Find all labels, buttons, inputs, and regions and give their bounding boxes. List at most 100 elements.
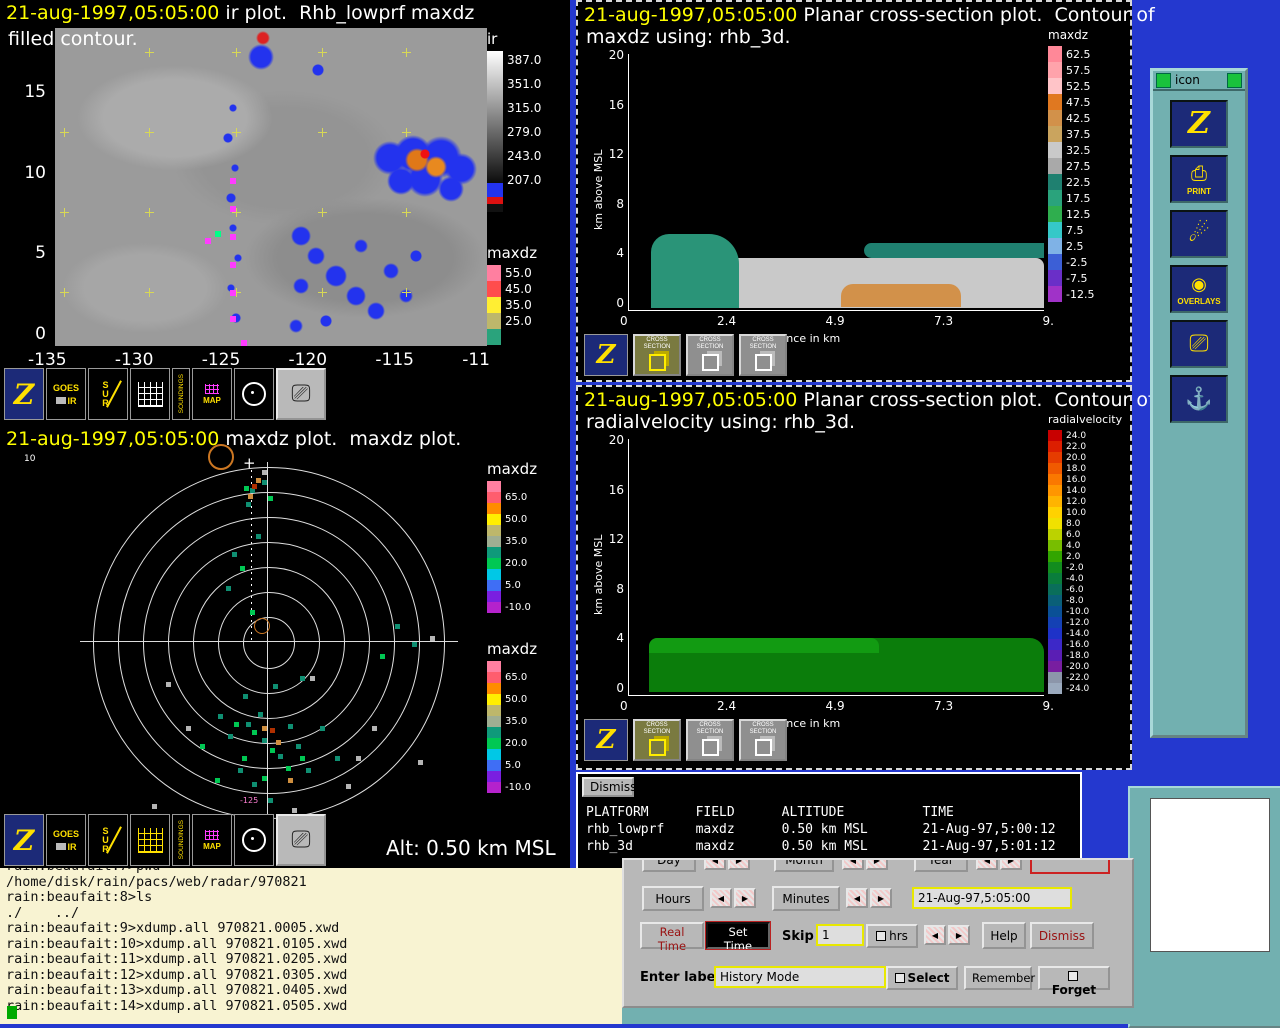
range-rings-button[interactable] (234, 814, 274, 866)
radar-scan-button[interactable]: ☄ (1170, 210, 1228, 258)
colorbar-segment (487, 661, 501, 672)
skip-back-button[interactable]: ◀ (924, 925, 946, 945)
forget-menu-icon (1068, 971, 1078, 981)
x-axis-ticks: 02.44.97.39. (620, 314, 1054, 328)
window-menu-button[interactable] (1156, 73, 1171, 88)
hours-forward-button[interactable]: ▶ (734, 888, 756, 908)
time-field[interactable]: 21-Aug-97,5:05:00 (912, 887, 1072, 909)
soundings-button[interactable]: SOUNDINGS (172, 368, 190, 420)
set-time-button[interactable]: Set Time (706, 922, 770, 949)
day-back-button[interactable]: ◀ (704, 858, 726, 870)
hours-back-button[interactable]: ◀ (710, 888, 732, 908)
grid-button[interactable] (130, 814, 170, 866)
cross-section-plot-velocity[interactable] (628, 439, 1044, 696)
radar-platform-button[interactable]: ⎚ (276, 368, 326, 420)
terminal-window[interactable]: rain:beaufait:7>pwd/home/disk/rain/pacs/… (0, 868, 622, 1024)
month-back-button[interactable]: ◀ (842, 858, 864, 870)
cross-section-button-1[interactable]: CROSS SECTION (633, 334, 681, 376)
skip-forward-button[interactable]: ▶ (948, 925, 970, 945)
colorbar-segment (487, 591, 501, 602)
cross-section-plot-maxdz[interactable] (628, 54, 1044, 311)
cross-section-button-2[interactable]: CROSS SECTION (686, 334, 734, 376)
select-button[interactable]: Select (886, 966, 958, 990)
ppi-panel-toolbar: Z GOES IR SUR SOUNDINGS MAP ⎚ (4, 814, 326, 866)
colorbar-segment (487, 749, 501, 760)
cross-section-baseline (251, 470, 252, 640)
zebra-menu-button[interactable]: Z (4, 814, 44, 866)
y-tick-label: 5 (35, 243, 46, 263)
colorbar-label: -10.0 (505, 602, 531, 613)
hrs-unit-button[interactable]: hrs (866, 924, 918, 948)
colorbar-label: 32.5 (1066, 142, 1094, 158)
hours-button[interactable]: Hours (642, 886, 704, 911)
ir-colorbar: ir 387.0351.0315.0279.0243.0207.0 (487, 30, 541, 212)
month-forward-button[interactable]: ▶ (866, 858, 888, 870)
year-back-button[interactable]: ◀ (976, 858, 998, 870)
cross-section-button-3[interactable]: CROSS SECTION (739, 719, 787, 761)
terminal-output: rain:beaufait:7>pwd/home/disk/rain/pacs/… (0, 868, 622, 1014)
radar-platform-button[interactable]: ⎚ (276, 814, 326, 866)
colorbar-label: 65.0 (505, 492, 531, 503)
zebra-menu-button[interactable]: Z (4, 368, 44, 420)
satellite-image[interactable] (55, 28, 487, 346)
goes-ir-button[interactable]: GOES IR (46, 814, 86, 866)
day-button[interactable]: Day (642, 858, 696, 872)
minutes-button[interactable]: Minutes (772, 886, 840, 911)
x-tick-label: -135 (28, 350, 67, 370)
zebra-menu-button[interactable]: Z (584, 719, 628, 761)
colorbar-label: -10.0 (505, 782, 531, 793)
soundings-button[interactable]: SOUNDINGS (172, 814, 190, 866)
colorbar-segment (1048, 286, 1062, 302)
ir-x-axis-ticks: -135-130-125-120-115-11 (28, 350, 490, 370)
surface-data-button[interactable]: SUR (88, 814, 128, 866)
maxdz-colorbar-1: maxdz 65.050.035.020.05.0-10.0 (487, 460, 537, 613)
map-grid-icon (205, 830, 219, 840)
cube-icon (702, 354, 719, 371)
remember-button[interactable]: Remember (964, 966, 1032, 990)
cross-section-button-3[interactable]: CROSS SECTION (739, 334, 787, 376)
ship-radar-button[interactable]: ⚓ (1170, 375, 1228, 423)
skip-field[interactable]: 1 (816, 924, 864, 946)
forget-button[interactable]: Forget (1038, 966, 1110, 990)
colorbar-segment (487, 727, 501, 738)
surface-data-button[interactable]: SUR (88, 368, 128, 420)
month-button[interactable]: Month (774, 858, 834, 872)
colorbar-segment (1048, 126, 1062, 142)
endpoint-marker[interactable]: + (243, 454, 256, 472)
colorbar-segment (487, 580, 501, 591)
overlays-button[interactable]: ◉OVERLAYS (1170, 265, 1228, 313)
label-field[interactable]: History Mode (714, 966, 886, 988)
grid-button[interactable] (130, 368, 170, 420)
print-button[interactable]: ⎙PRINT (1170, 155, 1228, 203)
colorbar-segment (1048, 518, 1062, 529)
dismiss-button[interactable]: Dismiss (1030, 922, 1094, 949)
year-button[interactable]: Year (914, 858, 968, 872)
year-field[interactable] (1030, 858, 1110, 874)
icon-window-titlebar[interactable]: icon (1153, 71, 1245, 91)
minutes-back-button[interactable]: ◀ (846, 888, 868, 908)
ir-colorbar-label: ir (487, 30, 541, 48)
antenna-button[interactable]: ⎚ (1170, 320, 1228, 368)
real-time-button[interactable]: Real Time (640, 922, 704, 949)
window-iconify-button[interactable] (1227, 73, 1242, 88)
dismiss-button[interactable]: Dismiss (582, 777, 634, 797)
range-rings-button[interactable] (234, 368, 274, 420)
year-forward-button[interactable]: ▶ (1000, 858, 1022, 870)
colorbar-segment (1048, 238, 1062, 254)
printer-icon: ⎙ (1191, 162, 1207, 186)
colorbar-segment (487, 672, 501, 683)
map-button[interactable]: MAP (192, 368, 232, 420)
time-control-dialog: Day ◀ ▶ Month ◀ ▶ Year ◀ ▶ Hours ◀ ▶ Min… (622, 858, 1134, 1008)
minutes-forward-button[interactable]: ▶ (870, 888, 892, 908)
cross-section-button-2[interactable]: CROSS SECTION (686, 719, 734, 761)
zebra-home-button[interactable]: Z (1170, 100, 1228, 148)
day-forward-button[interactable]: ▶ (728, 858, 750, 870)
antenna-icon: ⎚ (291, 826, 310, 854)
zebra-menu-button[interactable]: Z (584, 334, 628, 376)
map-button[interactable]: MAP (192, 814, 232, 866)
colorbar-segment (487, 738, 501, 749)
help-button[interactable]: Help (982, 922, 1026, 949)
cross-section-button-1[interactable]: CROSS SECTION (633, 719, 681, 761)
goes-ir-button[interactable]: GOES IR (46, 368, 86, 420)
map-grid-icon (205, 384, 219, 394)
